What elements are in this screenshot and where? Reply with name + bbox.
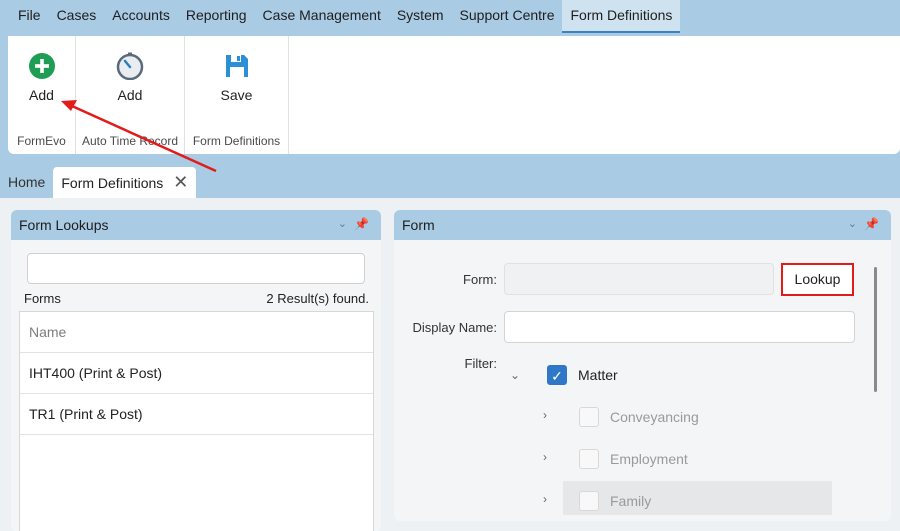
forms-label: Forms — [24, 291, 61, 306]
plus-circle-icon — [28, 52, 56, 80]
forms-grid: Name IHT400 (Print & Post) TR1 (Print & … — [19, 311, 374, 531]
conveyancing-checkbox[interactable] — [579, 407, 599, 427]
chevron-right-icon[interactable]: › — [543, 408, 547, 422]
display-name-label: Display Name: — [412, 320, 497, 335]
display-name-input[interactable] — [504, 311, 855, 343]
tab-home[interactable]: Home — [0, 167, 53, 198]
menu-reporting[interactable]: Reporting — [178, 0, 255, 33]
menu-case-management[interactable]: Case Management — [255, 0, 389, 33]
tree-item-employment[interactable]: Employment — [610, 451, 688, 467]
auto-time-add-label: Add — [117, 87, 143, 103]
form-panel-header: Form ⌄ 📌 — [394, 210, 891, 240]
floppy-disk-icon — [223, 52, 251, 80]
results-count: 2 Result(s) found. — [266, 291, 369, 306]
menu-accounts[interactable]: Accounts — [104, 0, 178, 33]
chevron-down-icon[interactable]: ⌄ — [338, 217, 347, 230]
form-field-input — [504, 263, 774, 295]
content-area: Form Lookups ⌄ 📌 Forms 2 Result(s) found… — [0, 198, 900, 531]
save-label: Save — [220, 87, 253, 103]
document-tabs: Home Form Definitions ✕ — [0, 167, 197, 198]
ribbon-group-form-definitions: Save Form Definitions — [185, 36, 289, 154]
filter-label: Filter: — [464, 356, 498, 371]
matter-checkbox[interactable]: ✓ — [547, 365, 567, 385]
form-search-input[interactable] — [27, 253, 365, 284]
tree-item-conveyancing[interactable]: Conveyancing — [610, 409, 699, 425]
ribbon-group-auto-time-record: Add Auto Time Record — [76, 36, 185, 154]
formevo-add-label: Add — [29, 87, 54, 103]
pin-icon[interactable]: 📌 — [864, 217, 879, 231]
tab-form-definitions[interactable]: Form Definitions ✕ — [53, 167, 197, 198]
ribbon-group-label-auto-time: Auto Time Record — [81, 134, 179, 148]
close-icon[interactable]: ✕ — [173, 172, 188, 193]
grid-header-name[interactable]: Name — [20, 312, 373, 353]
chevron-right-icon[interactable]: › — [543, 492, 547, 506]
form-lookups-header: Form Lookups ⌄ 📌 — [11, 210, 381, 240]
family-checkbox[interactable] — [579, 491, 599, 511]
ribbon-group-label-formevo: FormEvo — [17, 134, 66, 148]
chevron-down-icon[interactable]: ⌄ — [510, 368, 520, 382]
table-row[interactable]: TR1 (Print & Post) — [20, 394, 373, 435]
tree-item-matter[interactable]: Matter — [578, 367, 618, 383]
lookup-button[interactable]: Lookup — [781, 263, 854, 296]
family-row-highlight — [563, 481, 832, 515]
employment-checkbox[interactable] — [579, 449, 599, 469]
menu-bar: File Cases Accounts Reporting Case Manag… — [0, 0, 900, 33]
ribbon-group-formevo: Add FormEvo — [8, 36, 76, 154]
pin-icon[interactable]: 📌 — [354, 217, 369, 231]
form-panel: Form ⌄ 📌 Form: Lookup Display Name: Filt… — [394, 210, 891, 521]
ribbon: Add FormEvo Add Auto Time Record Save Fo… — [8, 36, 900, 154]
table-row[interactable]: IHT400 (Print & Post) — [20, 353, 373, 394]
form-field-label: Form: — [463, 272, 497, 287]
tree-item-family[interactable]: Family — [610, 493, 651, 509]
form-lookups-panel: Form Lookups ⌄ 📌 Forms 2 Result(s) found… — [11, 210, 381, 531]
chevron-down-icon[interactable]: ⌄ — [848, 217, 857, 230]
form-panel-title: Form — [402, 217, 435, 233]
menu-file[interactable]: File — [10, 0, 49, 33]
menu-form-definitions[interactable]: Form Definitions — [562, 0, 681, 33]
menu-support-centre[interactable]: Support Centre — [452, 0, 563, 33]
tab-form-definitions-label: Form Definitions — [61, 174, 164, 191]
chevron-right-icon[interactable]: › — [543, 450, 547, 464]
ribbon-group-label-form-definitions: Form Definitions — [192, 134, 281, 148]
form-lookups-title: Form Lookups — [19, 217, 109, 233]
menu-cases[interactable]: Cases — [49, 0, 105, 33]
menu-system[interactable]: System — [389, 0, 452, 33]
stopwatch-icon — [116, 52, 144, 80]
form-panel-scrollbar[interactable] — [874, 267, 877, 392]
